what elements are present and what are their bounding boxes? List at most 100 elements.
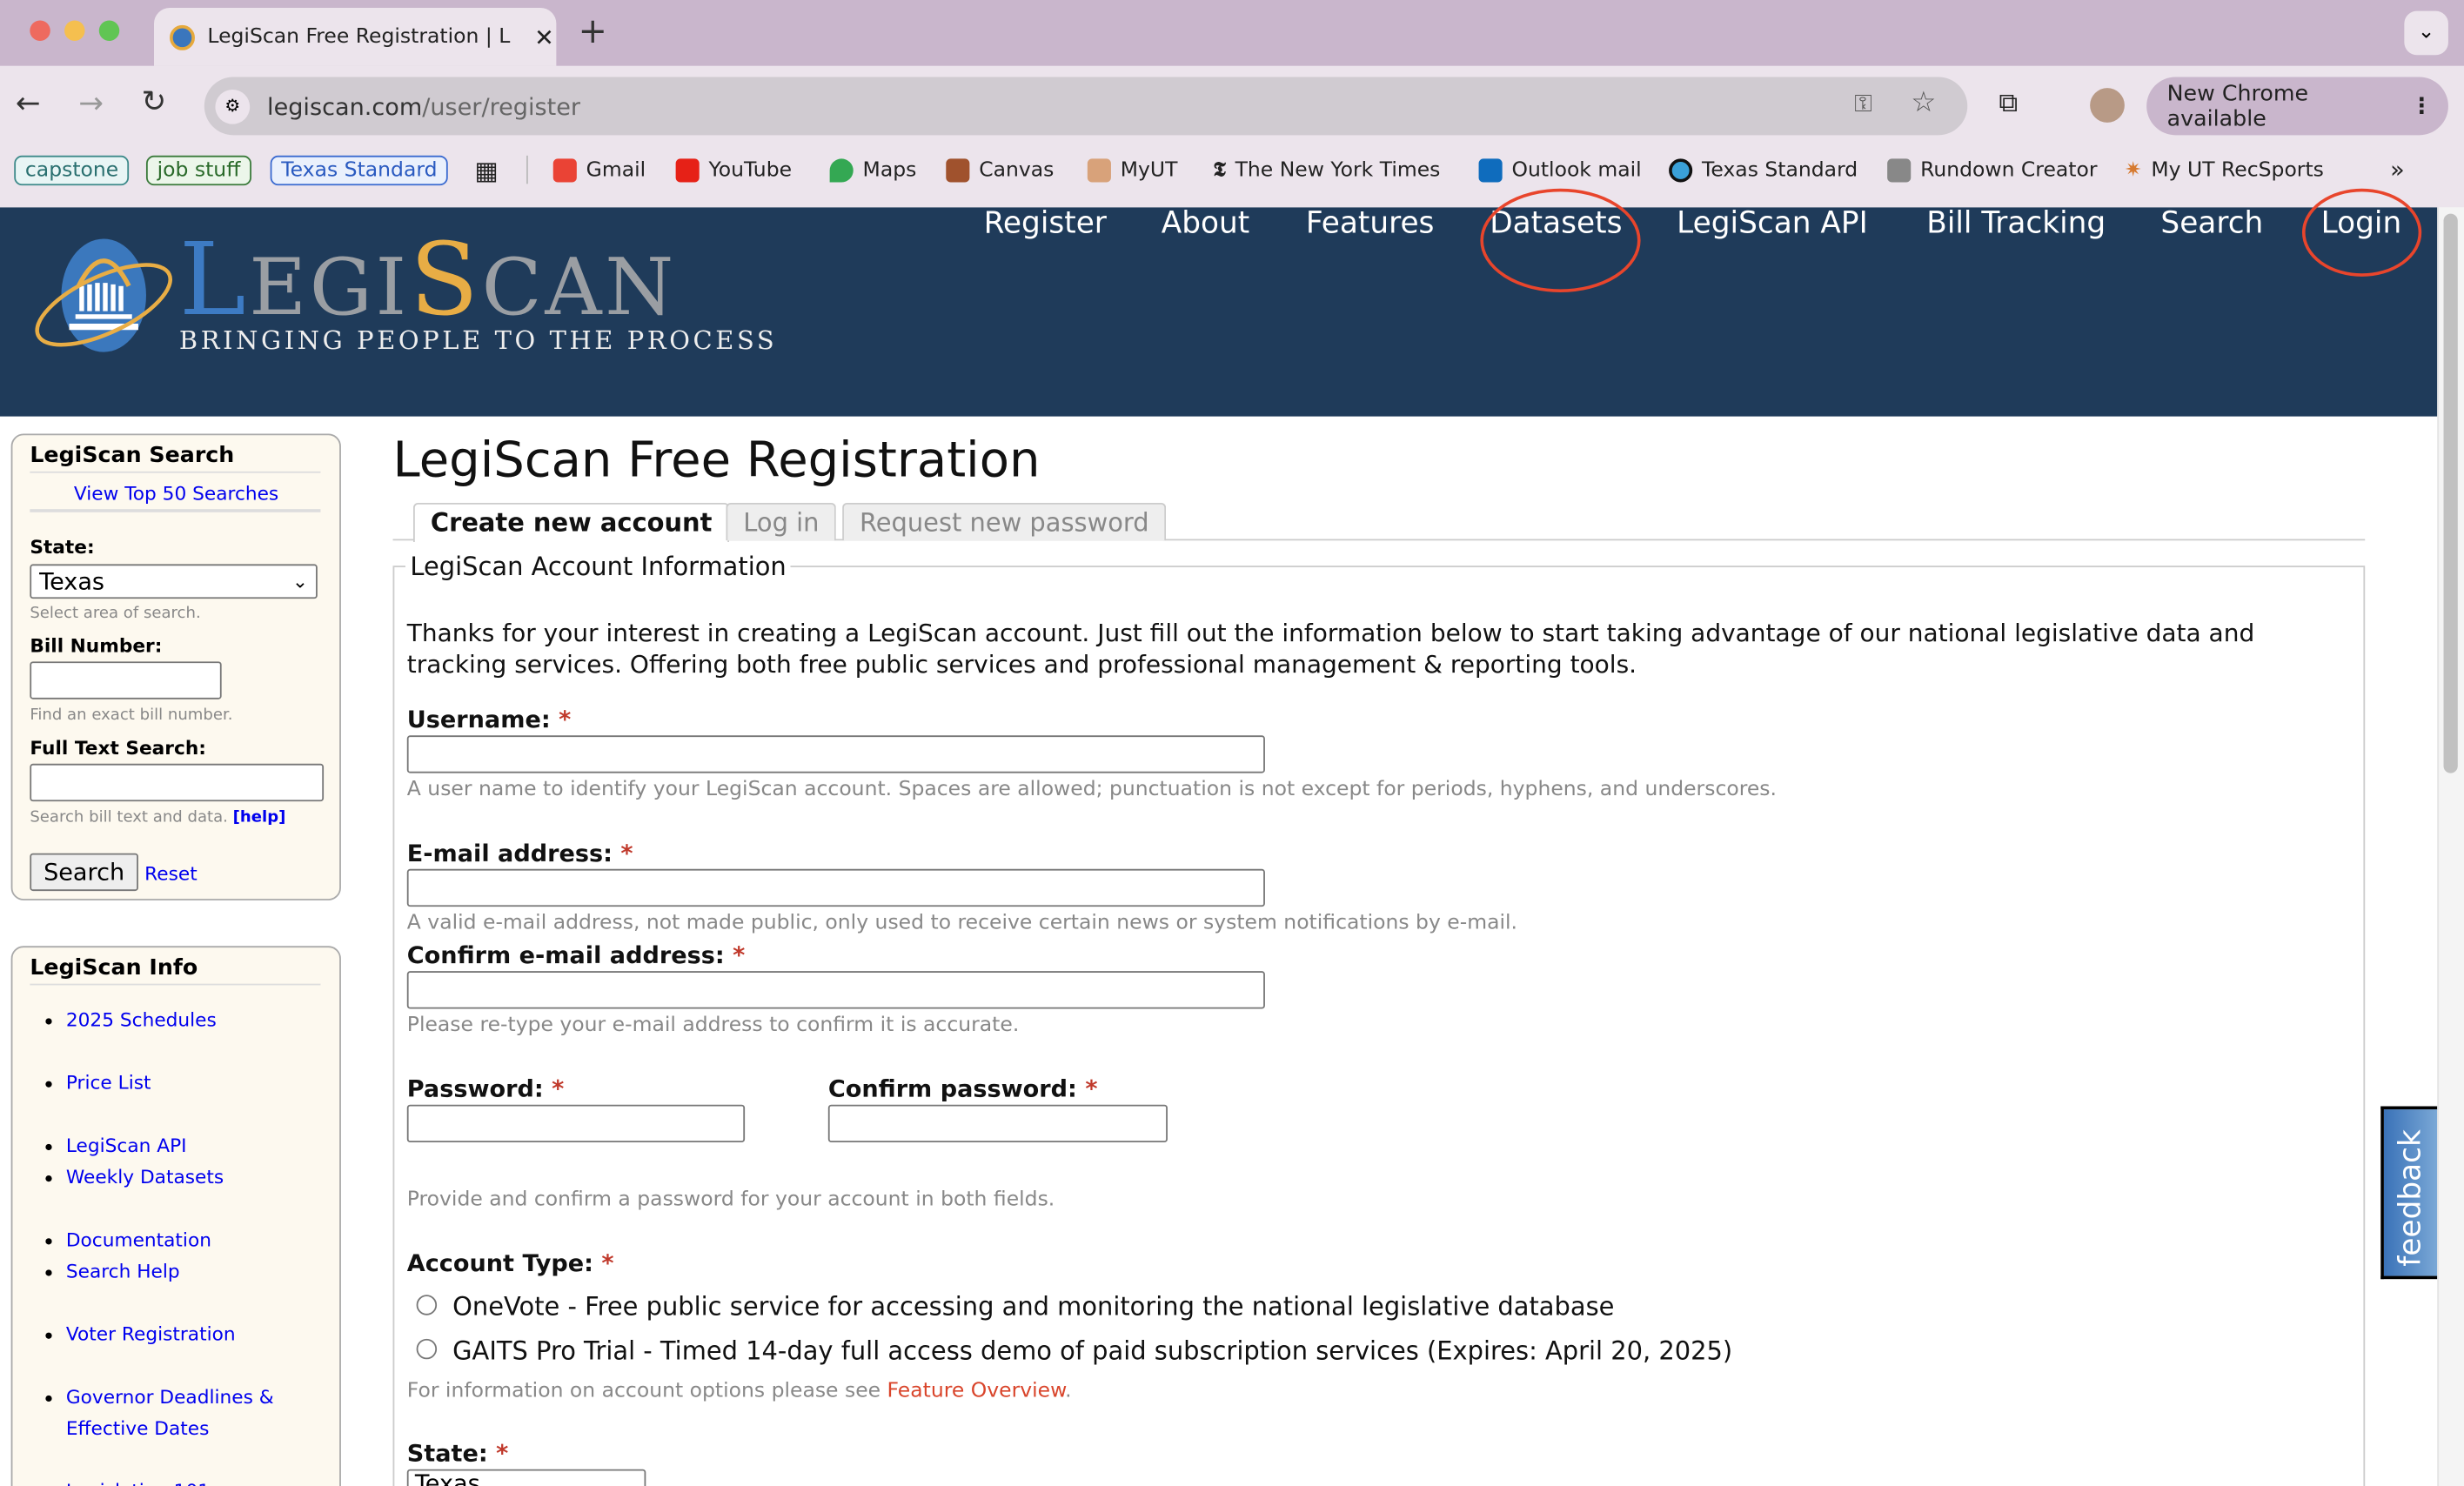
legiscan-logo[interactable]: [35, 236, 173, 355]
scrollbar-thumb[interactable]: [2443, 213, 2458, 773]
gaits-option-label[interactable]: GAITS Pro Trial - Timed 14-day full acce…: [452, 1335, 1732, 1365]
email-input[interactable]: [406, 868, 1265, 907]
tab-log-in[interactable]: Log in: [726, 502, 837, 541]
password-key-icon[interactable]: ⚿: [1854, 90, 1872, 118]
bookmark-star-icon[interactable]: ☆: [1911, 86, 1936, 119]
bookmark-gmail[interactable]: Gmail: [552, 152, 646, 187]
canvas-icon: [946, 157, 970, 182]
nav-features[interactable]: Features: [1306, 206, 1435, 241]
bookmark-nyt[interactable]: 𝕿 The New York Times: [1213, 152, 1440, 187]
bookmark-maps[interactable]: Maps: [829, 152, 916, 187]
divider: [30, 471, 321, 473]
email-label: E-mail address: *: [406, 839, 633, 867]
feedback-tab[interactable]: feedback: [2380, 1106, 2438, 1280]
password-input[interactable]: [406, 1104, 746, 1143]
bullet: [45, 1018, 52, 1025]
more-bookmarks-icon[interactable]: »: [2390, 152, 2405, 187]
url-domain: legiscan.com: [267, 91, 423, 121]
info-link[interactable]: 2025 Schedules: [66, 1009, 217, 1031]
url-path: /user/register: [422, 91, 581, 121]
close-tab-icon[interactable]: ✕: [534, 23, 554, 51]
back-icon[interactable]: ←: [16, 86, 41, 121]
info-link[interactable]: Governor Deadlines &: [66, 1386, 274, 1408]
state-select[interactable]: Texas ⌄: [30, 564, 318, 599]
bookmark-canvas[interactable]: Canvas: [946, 152, 1054, 187]
bookmark-myut[interactable]: MyUT: [1087, 152, 1177, 187]
gaits-pro-trial-radio[interactable]: [416, 1338, 438, 1360]
nav-login[interactable]: Login: [2321, 206, 2402, 241]
forward-icon[interactable]: →: [78, 86, 104, 121]
password-description: Provide and confirm a password for your …: [406, 1188, 1055, 1212]
info-link[interactable]: Search Help: [66, 1261, 180, 1282]
info-link[interactable]: Legislation 101: [66, 1480, 210, 1486]
username-input[interactable]: [406, 735, 1265, 773]
fieldset-legend: LegiScan Account Information: [405, 551, 792, 582]
extensions-icon[interactable]: ⧉: [1999, 88, 2018, 119]
info-link[interactable]: Effective Dates: [66, 1417, 210, 1439]
info-link[interactable]: Weekly Datasets: [66, 1166, 224, 1188]
full-text-hint: Search bill text and data. [help]: [30, 809, 286, 827]
bookmark-youtube[interactable]: YouTube: [675, 152, 792, 187]
nav-register[interactable]: Register: [984, 206, 1107, 241]
bullet: [45, 1395, 52, 1402]
info-link[interactable]: Documentation: [66, 1228, 211, 1250]
browser-tab[interactable]: LegiScan Free Registration | L ✕: [153, 8, 557, 66]
view-top-50-link[interactable]: View Top 50 Searches: [74, 482, 278, 504]
nav-about[interactable]: About: [1162, 206, 1249, 241]
maximize-window-button[interactable]: [98, 20, 120, 41]
bookmark-folder-job-stuff[interactable]: job stuff: [145, 154, 252, 185]
nav-search[interactable]: Search: [2160, 206, 2263, 241]
confirm-email-description: Please re-type your e-mail address to co…: [406, 1013, 1020, 1038]
bookmark-folder-texas-standard[interactable]: Texas Standard: [270, 154, 449, 185]
info-link[interactable]: Price List: [66, 1072, 151, 1094]
bookmark-texas-standard[interactable]: Texas Standard: [1669, 152, 1858, 187]
info-link[interactable]: Voter Registration: [66, 1323, 236, 1345]
confirm-password-input[interactable]: [827, 1104, 1168, 1143]
intro-text: Thanks for your interest in creating a L…: [406, 619, 2255, 679]
nav-legiscan-api[interactable]: LegiScan API: [1677, 206, 1868, 241]
apps-grid-icon[interactable]: ▦: [474, 152, 498, 187]
bookmark-recsports[interactable]: ✷ My UT RecSports: [2125, 152, 2324, 187]
full-text-search-input[interactable]: [30, 763, 325, 802]
reset-link[interactable]: Reset: [144, 863, 198, 885]
onevote-radio[interactable]: [416, 1295, 438, 1315]
tab-create-new-account[interactable]: Create new account: [413, 502, 730, 543]
tab-search-chevron-icon[interactable]: ⌄: [2404, 10, 2448, 56]
bill-number-input[interactable]: [30, 661, 222, 699]
search-button[interactable]: Search: [30, 853, 138, 892]
nyt-icon: 𝕿: [1213, 157, 1226, 182]
bookmark-folder-capstone[interactable]: capstone: [14, 154, 130, 185]
bullet: [45, 1175, 52, 1182]
info-panel-title: LegiScan Info: [30, 955, 198, 981]
nav-bill-tracking[interactable]: Bill Tracking: [1926, 206, 2106, 241]
close-window-button[interactable]: [30, 20, 50, 41]
minimize-window-button[interactable]: [64, 20, 85, 41]
profile-avatar[interactable]: [2090, 88, 2125, 123]
state-hint: Select area of search.: [30, 605, 201, 623]
search-panel-title: LegiScan Search: [30, 443, 235, 469]
address-bar[interactable]: legiscan.com/user/register: [204, 77, 1968, 136]
youtube-icon: [675, 157, 700, 182]
new-tab-icon[interactable]: +: [579, 12, 607, 51]
help-link[interactable]: [help]: [233, 809, 286, 827]
onevote-option-label[interactable]: OneVote - Free public service for access…: [452, 1292, 1614, 1322]
site-settings-icon[interactable]: ⚙: [215, 89, 251, 124]
reload-icon[interactable]: ↻: [142, 85, 167, 120]
outlook-icon: [1478, 157, 1503, 182]
new-chrome-available-button[interactable]: New Chrome available ⋮: [2146, 77, 2448, 136]
bookmark-rundown-creator[interactable]: Rundown Creator: [1887, 152, 2098, 187]
full-text-label: Full Text Search:: [30, 737, 206, 760]
confirm-email-input[interactable]: [406, 971, 1265, 1009]
bookmark-outlook[interactable]: Outlook mail: [1478, 152, 1642, 187]
username-description: A user name to identify your LegiScan ac…: [406, 778, 1778, 802]
feature-overview-link[interactable]: Feature Overview: [887, 1380, 1066, 1403]
email-description: A valid e-mail address, not made public,…: [406, 911, 1518, 935]
bill-number-hint: Find an exact bill number.: [30, 706, 233, 725]
page-title: LegiScan Free Registration: [392, 432, 1041, 489]
maps-icon: [829, 157, 854, 182]
account-state-select[interactable]: Texas: [406, 1469, 646, 1486]
nav-datasets[interactable]: Datasets: [1490, 206, 1622, 241]
account-type-label: Account Type: *: [406, 1248, 614, 1278]
info-link[interactable]: LegiScan API: [66, 1135, 187, 1156]
tab-request-new-password[interactable]: Request new password: [842, 502, 1167, 541]
